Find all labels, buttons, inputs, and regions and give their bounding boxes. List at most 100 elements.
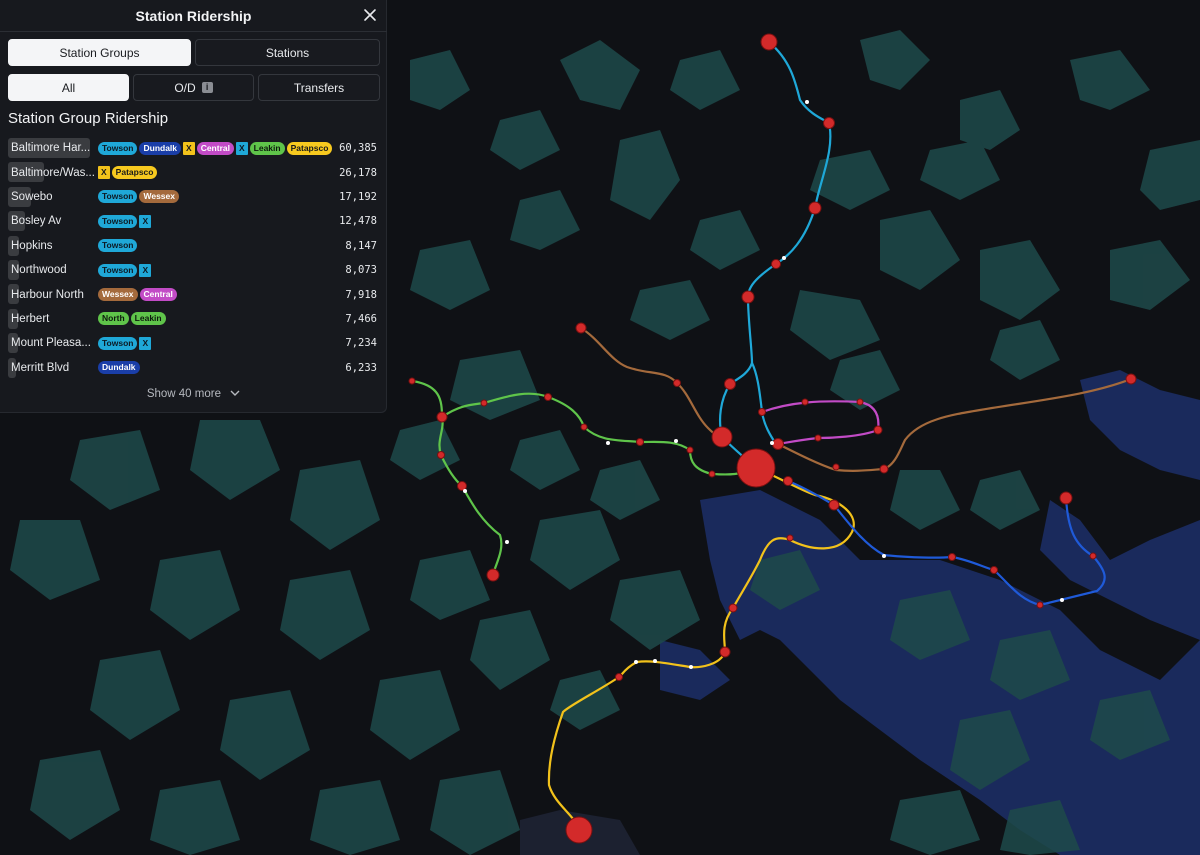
station-marker	[990, 566, 998, 574]
line-badge: Leakin	[130, 312, 166, 326]
station-marker	[783, 476, 793, 486]
close-button[interactable]	[361, 6, 379, 24]
station-marker	[823, 117, 835, 129]
line-badge: X	[139, 214, 152, 228]
station-marker	[948, 553, 956, 561]
line-badge: North	[98, 312, 129, 326]
line-badge: Towson	[98, 263, 138, 277]
line-badges: Towson	[98, 239, 380, 253]
line-badge: Dundalk	[98, 361, 140, 375]
panel-title: Station Ridership	[135, 8, 252, 24]
ridership-value: 12,478	[339, 215, 377, 228]
show-more-button[interactable]: Show 40 more	[0, 388, 387, 400]
station-marker	[1059, 491, 1073, 505]
station-marker	[814, 434, 822, 442]
line-badges: Wessex Central	[98, 288, 380, 302]
station-group-name: Herbert	[11, 312, 50, 325]
show-more-label: Show 40 more	[146, 388, 221, 400]
station-marker	[1089, 552, 1097, 560]
station-group-name: Baltimore Har...	[11, 142, 91, 155]
filter-od[interactable]: O/D i	[133, 74, 254, 101]
line-badge: Dundalk	[139, 141, 182, 155]
station-marker	[575, 322, 587, 334]
ridership-filters: All O/D i Transfers	[8, 74, 380, 101]
line-badge: X	[235, 141, 248, 155]
ridership-value: 7,234	[345, 337, 377, 350]
ridership-row[interactable]: Hopkins Towson 8,147	[8, 234, 380, 258]
ridership-row[interactable]: Northwood Towson X 8,073	[8, 258, 380, 282]
station-marker	[1125, 373, 1137, 385]
station-marker	[436, 411, 448, 423]
station-group-name: Baltimore/Was...	[11, 166, 95, 179]
station-group-name: Mount Pleasa...	[11, 337, 91, 350]
filter-all[interactable]: All	[8, 74, 129, 101]
ridership-row[interactable]: Harbour North Wessex Central 7,918	[8, 282, 380, 306]
line-badge: Wessex	[98, 288, 138, 302]
line-badge: Leakin	[249, 141, 285, 155]
line-badge: Patapsco	[286, 141, 333, 155]
ridership-row[interactable]: Baltimore Har... Towson Dundalk X Central X Le…	[8, 136, 380, 160]
ridership-list: Baltimore Har... Towson Dundalk X Central X Le…	[8, 136, 380, 380]
line-badge: X	[139, 263, 152, 277]
station-marker	[856, 398, 864, 406]
station-marker	[1036, 601, 1044, 609]
line-badge: Towson	[98, 336, 138, 350]
ridership-value: 7,918	[345, 288, 377, 301]
station-marker	[828, 499, 840, 511]
station-marker	[760, 33, 778, 51]
section-title: Station Group Ridership	[8, 110, 169, 127]
ridership-value: 6,233	[345, 361, 377, 374]
station-group-name: Sowebo	[11, 190, 53, 203]
station-marker	[772, 438, 784, 450]
ridership-row[interactable]: Mount Pleasa... Towson X 7,234	[8, 331, 380, 355]
line-badges: Dundalk	[98, 361, 380, 375]
station-marker	[408, 377, 416, 385]
station-marker	[686, 446, 694, 454]
chevron-down-icon	[230, 388, 240, 400]
line-badge: Towson	[98, 214, 138, 228]
line-badge: Towson	[98, 190, 138, 204]
station-marker	[437, 451, 445, 459]
station-marker	[615, 673, 623, 681]
panel-header: Station Ridership	[0, 0, 387, 32]
line-badges: X Patapsco	[98, 166, 380, 180]
station-marker	[808, 201, 822, 215]
ridership-row[interactable]: Baltimore/Was... X Patapsco 26,178	[8, 160, 380, 184]
station-group-name: Hopkins	[11, 239, 53, 252]
line-badges: Towson X	[98, 336, 380, 350]
line-badges: Towson Wessex	[98, 190, 380, 204]
station-marker	[636, 438, 644, 446]
filter-transfers[interactable]: Transfers	[258, 74, 380, 101]
ridership-value: 17,192	[339, 190, 377, 203]
close-icon	[364, 9, 376, 21]
station-marker	[873, 425, 883, 435]
station-marker	[580, 423, 588, 431]
station-marker	[801, 398, 809, 406]
line-badges: Towson X	[98, 263, 380, 277]
ridership-value: 7,466	[345, 312, 377, 325]
ridership-row[interactable]: Merritt Blvd Dundalk 6,233	[8, 356, 380, 380]
station-marker	[486, 568, 500, 582]
ridership-row[interactable]: Bosley Av Towson X 12,478	[8, 209, 380, 233]
line-badges: Towson X	[98, 214, 380, 228]
line-badge: X	[139, 336, 152, 350]
ridership-row[interactable]: Herbert North Leakin 7,466	[8, 307, 380, 331]
line-badge: X	[183, 141, 195, 155]
tab-stations[interactable]: Stations	[195, 39, 380, 66]
station-marker	[736, 448, 776, 488]
line-badges: Towson Dundalk X Central X Leakin Patapsco	[98, 141, 380, 155]
station-marker	[480, 399, 488, 407]
tab-station-groups[interactable]: Station Groups	[8, 39, 191, 66]
line-badge: Towson	[98, 141, 138, 155]
station-marker	[673, 379, 681, 387]
station-marker	[708, 470, 716, 478]
line-badge: Central	[139, 288, 177, 302]
station-group-name: Northwood	[11, 264, 67, 277]
ridership-value: 26,178	[339, 166, 377, 179]
station-group-name: Harbour North	[11, 288, 84, 301]
station-marker	[758, 408, 766, 416]
station-marker	[719, 646, 731, 658]
ridership-row[interactable]: Sowebo Towson Wessex 17,192	[8, 185, 380, 209]
info-icon[interactable]: i	[201, 82, 213, 93]
line-badge: Patapsco	[111, 166, 158, 180]
